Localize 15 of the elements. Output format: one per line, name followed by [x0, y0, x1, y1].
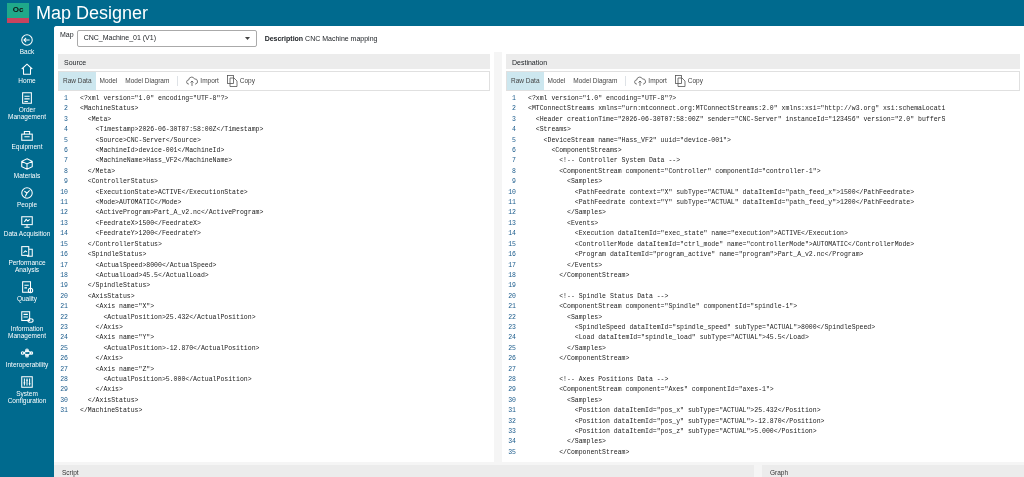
- copy-icon: [674, 75, 686, 87]
- copy-icon: [226, 75, 238, 87]
- back-icon: [20, 33, 34, 47]
- sliders-icon: [20, 374, 34, 389]
- app-logo: Oc: [7, 3, 29, 23]
- home-icon: [20, 62, 34, 77]
- monitor-icon: [20, 215, 34, 229]
- document-icon: [20, 280, 34, 295]
- cube-icon: [20, 156, 34, 171]
- upload-cloud-icon: [634, 75, 647, 87]
- chart-icon: [20, 244, 34, 259]
- caret-icon: [244, 37, 250, 40]
- app-title: Map Designer: [36, 2, 149, 25]
- clipboard-icon: [20, 91, 34, 106]
- upload-cloud-icon: [186, 75, 199, 87]
